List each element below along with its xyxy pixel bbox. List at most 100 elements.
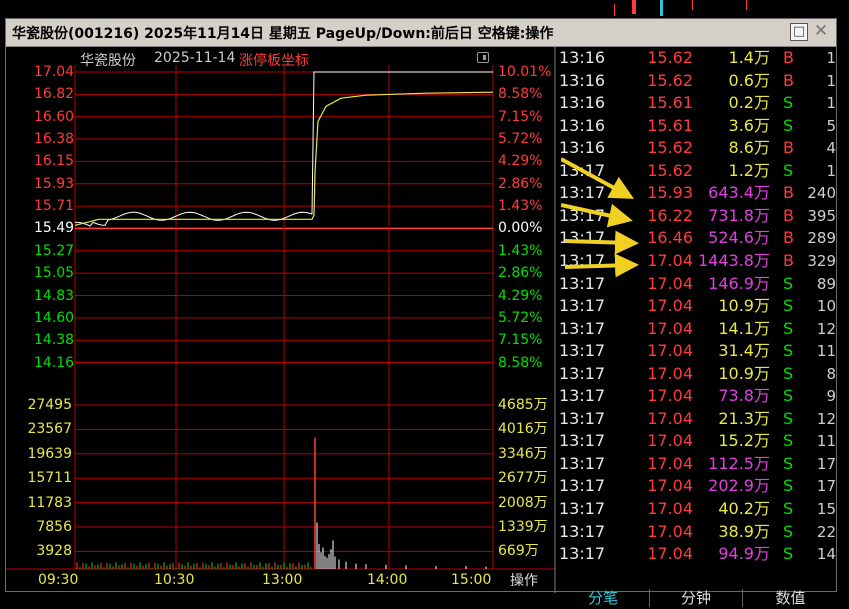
price-tick-label: 16.15 <box>34 153 75 170</box>
pct-tick-label: 1.43% <box>498 198 543 215</box>
trade-volume: 3.6万 <box>729 115 770 137</box>
trade-count: 12 <box>816 319 836 338</box>
trade-count: 17 <box>816 477 836 496</box>
trade-count: 329 <box>807 251 836 270</box>
trade-volume-unit: 万 <box>753 250 770 270</box>
price-tick-label: 17.04 <box>34 64 75 80</box>
tab-tick[interactable]: 分笔 <box>557 587 649 609</box>
trade-volume: 38.9万 <box>718 521 770 543</box>
trade-side: S <box>783 544 794 564</box>
trade-side: S <box>783 363 794 383</box>
trade-volume-value: 1.4 <box>728 48 754 67</box>
trade-volume: 112.5万 <box>708 453 770 475</box>
trade-count: 1 <box>826 161 836 180</box>
trade-count: 1 <box>826 71 836 90</box>
trade-side: S <box>783 476 794 496</box>
trade-side: S <box>783 273 794 293</box>
pct-tick-label: 5.72% <box>498 131 543 148</box>
trade-volume-unit: 万 <box>753 341 770 361</box>
trade-volume-unit: 万 <box>753 476 770 496</box>
volume-amount-label: 1339万 <box>498 519 548 535</box>
trade-side: B <box>783 138 794 158</box>
volume-tick-label: 11783 <box>27 494 72 511</box>
trade-volume-value: 643.4 <box>708 183 754 203</box>
price-tick-label: 14.16 <box>34 354 75 371</box>
trade-volume-unit: 万 <box>753 431 770 451</box>
trade-count: 240 <box>807 184 836 203</box>
tab-minute[interactable]: 分钟 <box>650 587 742 609</box>
trade-volume-value: 1443.8 <box>698 250 754 270</box>
trade-volume-unit: 万 <box>753 544 770 564</box>
trade-time: 13:17 <box>559 318 606 338</box>
trade-time: 13:17 <box>559 408 606 428</box>
trade-volume-unit: 万 <box>753 499 770 518</box>
time-tick-label: 14:00 <box>367 572 408 588</box>
trade-volume-value: 14.1 <box>718 318 754 338</box>
trade-volume: 731.8万 <box>708 205 770 227</box>
trade-volume: 1.2万 <box>729 160 770 182</box>
trade-price: 17.04 <box>647 431 693 451</box>
trade-time: 13:17 <box>559 544 606 564</box>
volume-amount-label: 3346万 <box>498 445 548 462</box>
pct-tick-label: 7.15% <box>498 108 543 125</box>
trade-side: S <box>783 318 794 338</box>
pct-tick-label: 8.58% <box>498 354 543 371</box>
price-tick-label: 16.82 <box>34 86 75 103</box>
trade-count: 5 <box>826 116 836 135</box>
volume-tick-label: 19639 <box>27 445 72 462</box>
trade-count: 9 <box>826 387 836 406</box>
trade-volume-value: 31.4 <box>718 341 754 361</box>
trade-side: B <box>783 228 794 248</box>
trade-price: 17.04 <box>647 453 693 473</box>
background-candle <box>660 0 663 16</box>
trade-volume-unit: 万 <box>753 138 770 158</box>
trade-volume-unit: 万 <box>753 115 770 135</box>
trade-volume-value: 1.2 <box>728 160 754 180</box>
trade-time: 13:17 <box>559 431 606 451</box>
trade-detail-list: 13:16 15.62 B 1 1.4万 13:16 15.62 B 1 0.6万 13:16 15.… <box>557 47 838 569</box>
trade-volume-value: 524.6 <box>708 228 754 248</box>
price-tick-label: 15.93 <box>34 175 75 192</box>
trade-volume-value: 10.9 <box>718 296 754 316</box>
trade-count: 17 <box>816 454 836 473</box>
trade-time: 13:17 <box>559 476 606 496</box>
trade-time: 13:16 <box>559 138 606 158</box>
annotation-arrows <box>561 157 639 278</box>
trade-volume-value: 112.5 <box>708 453 754 473</box>
trade-price: 17.04 <box>647 250 693 270</box>
trade-count: 11 <box>816 432 836 451</box>
trade-volume: 14.1万 <box>718 318 770 340</box>
trade-count: 10 <box>816 297 836 316</box>
trade-side: S <box>783 93 794 113</box>
trade-count: 1 <box>826 49 836 67</box>
trade-price: 17.04 <box>647 499 693 518</box>
trade-volume: 73.8万 <box>718 385 770 407</box>
operate-button[interactable]: 操作 <box>493 571 555 591</box>
trade-row: 13:17 17.04 S 11 15.2万 <box>557 430 838 452</box>
volume-tick-label: 23567 <box>27 421 72 438</box>
trade-volume-unit: 万 <box>753 183 770 203</box>
trade-volume-value: 202.9 <box>708 476 754 496</box>
trade-volume: 146.9万 <box>708 273 770 295</box>
trade-volume-value: 8.6 <box>728 138 754 158</box>
pct-tick-label: 1.43% <box>498 242 543 259</box>
trade-row: 13:16 15.61 S 5 3.6万 <box>557 115 838 137</box>
trade-volume-unit: 万 <box>753 273 770 293</box>
pct-tick-label: 2.86% <box>498 175 543 192</box>
intraday-chart <box>6 47 556 593</box>
trade-row: 13:17 17.04 S 11 31.4万 <box>557 340 838 362</box>
trade-time: 13:16 <box>559 115 606 135</box>
volume-amount-label: 2008万 <box>498 494 548 511</box>
trade-volume-unit: 万 <box>753 228 770 248</box>
tab-values[interactable]: 数值 <box>743 587 838 609</box>
trade-price: 15.61 <box>647 93 693 113</box>
trade-volume-value: 10.9 <box>718 363 754 383</box>
trade-side: B <box>783 205 794 225</box>
maximize-icon[interactable]: □ <box>790 23 808 41</box>
trade-row: 13:17 17.04 S 9 73.8万 <box>557 385 838 407</box>
close-icon[interactable]: ✕ <box>812 23 830 41</box>
trade-price: 17.04 <box>647 363 693 383</box>
trade-price: 15.62 <box>647 138 693 158</box>
trade-volume: 8.6万 <box>729 137 770 159</box>
trade-volume-unit: 万 <box>753 70 770 90</box>
